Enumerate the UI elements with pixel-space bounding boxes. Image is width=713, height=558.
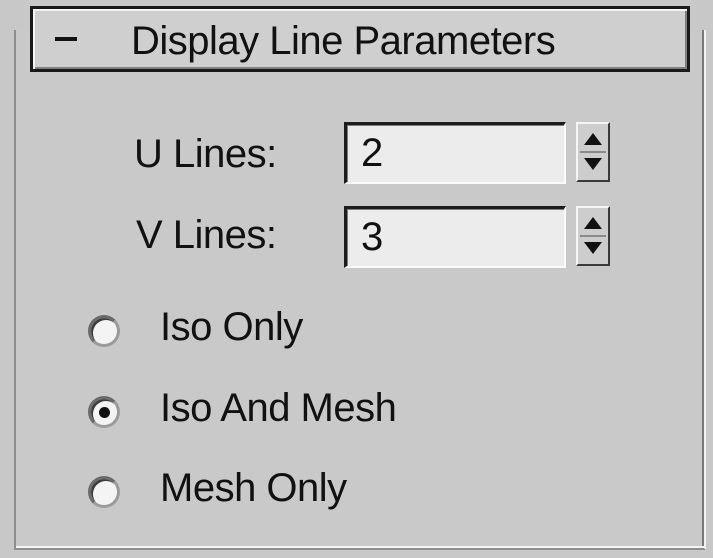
spinner-divider [580, 151, 606, 153]
spinner-divider [580, 235, 606, 237]
u-lines-label: U Lines: [134, 132, 277, 176]
v-lines-decrement-icon[interactable] [584, 242, 602, 254]
rollout-header[interactable]: Display Line Parameters [30, 6, 690, 72]
radio-button-icon[interactable] [88, 476, 120, 508]
v-lines-label: V Lines: [136, 213, 277, 257]
panel-edge-bottom [16, 546, 704, 548]
radio-label: Iso Only [160, 305, 303, 349]
radio-label: Iso And Mesh [160, 386, 397, 430]
v-lines-increment-icon[interactable] [584, 217, 602, 229]
radio-button-icon[interactable] [88, 396, 120, 428]
u-lines-spinner [576, 122, 610, 182]
collapse-icon[interactable] [55, 37, 77, 41]
radio-label: Mesh Only [160, 466, 347, 510]
radio-selected-dot-icon [99, 407, 110, 418]
v-lines-spinner [576, 206, 610, 266]
panel-edge [702, 30, 704, 548]
u-lines-decrement-icon[interactable] [584, 158, 602, 170]
v-lines-input[interactable]: 3 [344, 206, 566, 268]
u-lines-input[interactable]: 2 [344, 122, 566, 184]
rollout-title: Display Line Parameters [131, 19, 556, 63]
display-line-parameters-panel [14, 30, 706, 550]
u-lines-increment-icon[interactable] [584, 133, 602, 145]
radio-button-icon[interactable] [88, 315, 120, 347]
